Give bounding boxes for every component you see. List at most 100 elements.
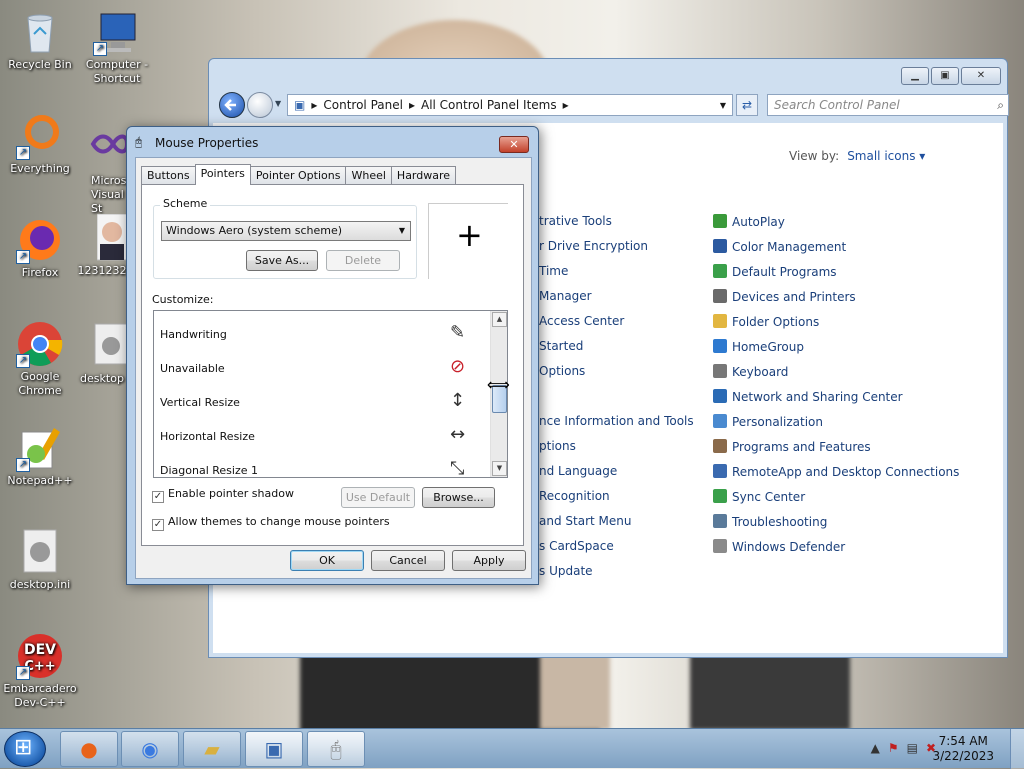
cp-item[interactable]: Personalization (713, 414, 823, 429)
taskbar-control-panel[interactable]: ▣ (245, 731, 303, 767)
cp-item[interactable]: Troubleshooting (713, 514, 827, 529)
address-dropdown-icon[interactable]: ▼ (720, 101, 726, 110)
allow-themes-checkbox[interactable]: ✓ Allow themes to change mouse pointers (152, 515, 390, 531)
desktop-icon-devcpp[interactable]: DEV C++ ↗ Embarcadero Dev-C++ (0, 632, 80, 710)
list-item[interactable]: Handwriting ✎ (160, 317, 490, 351)
dialog-close-button[interactable]: ✕ (499, 136, 529, 153)
cp-item[interactable]: Default Programs (713, 264, 837, 279)
desktop-icon-everything[interactable]: ↗ Everything (0, 112, 80, 176)
cp-item[interactable]: trative Tools (539, 214, 612, 228)
search-icon[interactable]: ⌕ (997, 95, 1004, 115)
cp-item[interactable]: Programs and Features (713, 439, 871, 454)
cp-item[interactable]: Started (539, 339, 583, 353)
navigation-bar: ▼ ▣ ▸ Control Panel ▸ All Control Panel … (217, 91, 1009, 119)
address-bar[interactable]: ▣ ▸ Control Panel ▸ All Control Panel It… (287, 94, 733, 116)
clock[interactable]: 7:54 AM 3/22/2023 (932, 734, 994, 764)
cp-item[interactable]: nd Language (539, 464, 617, 478)
cp-item[interactable]: nce Information and Tools (539, 414, 694, 428)
scheme-select[interactable]: Windows Aero (system scheme) ▼ (161, 221, 411, 241)
pointer-list[interactable]: Handwriting ✎ Unavailable ⊘ Vertical Resiz… (153, 310, 508, 478)
cp-item[interactable]: Access Center (539, 314, 624, 328)
taskbar-chrome[interactable]: ◉ (121, 731, 179, 767)
cp-item[interactable]: Time (539, 264, 568, 278)
maximize-button[interactable]: ▣ (931, 67, 959, 85)
cp-item[interactable]: ptions (539, 439, 576, 453)
taskbar-explorer[interactable]: ▰ (183, 731, 241, 767)
svg-text:DEV: DEV (24, 642, 56, 658)
taskbar-firefox[interactable]: ● (60, 731, 118, 767)
cp-item[interactable]: Options (539, 364, 585, 378)
browse-button[interactable]: Browse... (422, 487, 495, 508)
close-button[interactable]: ✕ (961, 67, 1001, 85)
tab-buttons[interactable]: Buttons (141, 166, 196, 184)
dialog-title: Mouse Properties (155, 136, 259, 150)
desktop-icon-chrome[interactable]: ↗ Google Chrome (0, 320, 80, 398)
enable-pointer-shadow-checkbox[interactable]: ✓ Enable pointer shadow (152, 487, 294, 503)
tab-wheel[interactable]: Wheel (345, 166, 392, 184)
ok-button[interactable]: OK (290, 550, 364, 571)
cp-item[interactable]: Folder Options (713, 314, 819, 329)
cp-item-icon (713, 514, 727, 528)
cp-item[interactable]: Windows Defender (713, 539, 845, 554)
cp-item[interactable]: Color Management (713, 239, 846, 254)
network-icon[interactable]: ▤ (907, 741, 926, 755)
cp-item[interactable]: s CardSpace (539, 539, 614, 553)
refresh-button[interactable]: ⇄ (736, 94, 758, 116)
list-item[interactable]: Unavailable ⊘ (160, 351, 490, 385)
scroll-down-arrow-icon[interactable]: ▼ (492, 461, 507, 476)
desktop-icon-notepadpp[interactable]: ↗ Notepad++ (0, 424, 80, 488)
list-item[interactable]: Diagonal Resize 1 ⤡ (160, 453, 490, 477)
search-input[interactable]: Search Control Panel ⌕ (767, 94, 1009, 116)
cp-item[interactable]: Recognition (539, 489, 610, 503)
forward-button[interactable] (247, 92, 273, 118)
desktop-icon-computer[interactable]: ↗ Computer - Shortcut (77, 8, 157, 86)
breadcrumb-control-panel[interactable]: Control Panel (323, 98, 403, 112)
cp-item[interactable]: Sync Center (713, 489, 805, 504)
apply-button[interactable]: Apply (452, 550, 526, 571)
pointer-label: Vertical Resize (160, 396, 240, 409)
show-hidden-icons-icon[interactable]: ▲ (871, 741, 888, 755)
cp-item[interactable]: Keyboard (713, 364, 788, 379)
desktop-icon-recycle-bin[interactable]: Recycle Bin (0, 8, 80, 72)
clock-time: 7:54 AM (938, 734, 988, 748)
desktop-icon-desktop-ini[interactable]: desktop.ini (0, 528, 80, 592)
cp-item[interactable]: r Drive Encryption (539, 239, 648, 253)
minimize-button[interactable]: ▁ (901, 67, 929, 85)
vertical-resize-cursor-icon: ↕ (450, 390, 466, 411)
cp-item[interactable]: Network and Sharing Center (713, 389, 903, 404)
back-button[interactable] (219, 92, 245, 118)
cp-item[interactable]: Manager (539, 289, 592, 303)
breadcrumb-all-items[interactable]: All Control Panel Items (421, 98, 557, 112)
tab-hardware[interactable]: Hardware (390, 166, 457, 184)
cp-item[interactable]: HomeGroup (713, 339, 804, 354)
cp-item[interactable]: and Start Menu (539, 514, 631, 528)
desktop-icon-photo[interactable]: 1231232 (77, 214, 127, 278)
cp-item[interactable]: RemoteApp and Desktop Connections (713, 464, 959, 479)
cancel-button[interactable]: Cancel (371, 550, 445, 571)
cp-item-icon (713, 364, 727, 378)
start-button[interactable] (4, 731, 46, 767)
desktop-icon-visual-studio[interactable]: Micros Visual St (77, 124, 127, 216)
cp-item-label: Windows Defender (732, 540, 846, 554)
save-as-button[interactable]: Save As... (246, 250, 318, 271)
desktop-icon-firefox[interactable]: ↗ Firefox (0, 216, 80, 280)
tab-pointer-options[interactable]: Pointer Options (249, 166, 347, 184)
scroll-up-arrow-icon[interactable]: ▲ (492, 312, 507, 327)
view-by-dropdown[interactable]: Small icons ▾ (847, 149, 925, 163)
pointer-list-scrollbar[interactable]: ▲ ▼ (490, 311, 507, 477)
cp-item[interactable]: AutoPlay (713, 214, 785, 229)
delete-button[interactable]: Delete (326, 250, 400, 271)
cp-item[interactable]: s Update (539, 564, 593, 578)
list-item[interactable]: Vertical Resize ↕ (160, 385, 490, 419)
use-default-button[interactable]: Use Default (341, 487, 415, 508)
list-item[interactable]: Horizontal Resize ↔ (160, 419, 490, 453)
action-center-icon[interactable]: ⚑ (888, 741, 907, 755)
taskbar-mouse[interactable]: 🖰 (307, 731, 365, 767)
tab-pointers[interactable]: Pointers (194, 164, 251, 185)
cp-item[interactable]: Devices and Printers (713, 289, 856, 304)
show-desktop-button[interactable] (1010, 729, 1024, 769)
desktop-icon-desktop[interactable]: desktop (77, 322, 127, 386)
desktop-icon-label: Embarcadero Dev-C++ (3, 682, 77, 709)
control-panel-icon: ▣ (294, 98, 306, 112)
recent-pages-dropdown[interactable]: ▼ (275, 99, 281, 108)
